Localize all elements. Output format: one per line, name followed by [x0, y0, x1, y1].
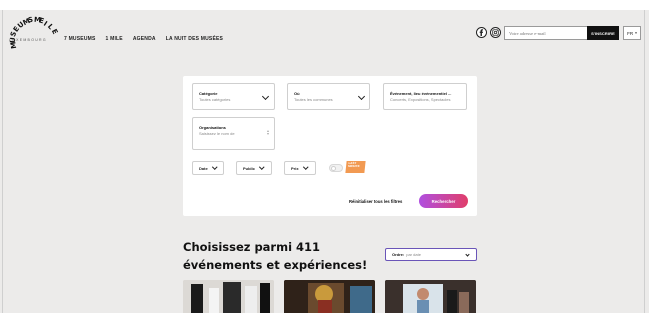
language-select[interactable]: FR ▾ [623, 26, 641, 40]
frame-border-left [2, 10, 3, 313]
category-select[interactable]: Catégorie Toutes catégories [192, 83, 275, 110]
chevron-down-icon [465, 251, 470, 257]
subscribe-button[interactable]: S'INSCRIRE [587, 26, 619, 40]
event-label: Événement, lieu événementiel ... [390, 91, 452, 96]
organisations-label: Organisations [199, 125, 226, 130]
results-headline-line1: Choisissez parmi 411 [183, 240, 321, 254]
location-value: Toutes les communes [294, 97, 333, 102]
caret-down-icon: ▾ [635, 31, 637, 35]
chevron-down-icon [357, 92, 366, 101]
event-card-image[interactable] [385, 280, 476, 313]
chevron-down-icon [261, 92, 270, 101]
chevron-down-icon [302, 164, 308, 170]
order-label: Ordre: [392, 252, 405, 257]
newsletter-email-input[interactable] [504, 26, 588, 40]
event-search-field[interactable]: Événement, lieu événementiel ... Concert… [383, 83, 467, 110]
public-filter-label: Public [243, 165, 256, 171]
frame-border-right [644, 10, 645, 313]
order-select[interactable]: Ordre: par date [385, 248, 477, 261]
sort-arrows-icon: ▴ ▾ [267, 128, 270, 136]
organisations-placeholder: Saisissez le nom de [199, 131, 235, 136]
nav-item-7-museums[interactable]: 7 MUSEUMS [64, 36, 96, 42]
chevron-down-icon [211, 164, 217, 170]
browser-top-strip [0, 0, 649, 10]
event-image-screen-installation [385, 280, 476, 313]
location-label: Où [294, 91, 300, 96]
event-image-painting [284, 280, 375, 313]
last-minute-badge: LAST MINUTE [345, 161, 366, 173]
search-button[interactable]: Rechercher [419, 194, 468, 208]
museumsmeile-logo[interactable]: MUSEUMSMEILE LUXEMBOURG [9, 12, 59, 50]
order-value: par date [406, 252, 421, 257]
last-minute-toggle[interactable] [329, 164, 343, 172]
facebook-icon[interactable] [476, 27, 487, 38]
event-card-image[interactable] [284, 280, 375, 313]
event-image-sculpture [183, 280, 274, 313]
nav-item-1-mile[interactable]: 1 MILE [106, 36, 123, 42]
category-value: Toutes catégories [199, 97, 231, 102]
price-filter[interactable]: Prix [284, 161, 316, 175]
category-label: Catégorie [199, 91, 218, 96]
date-filter-label: Date [199, 165, 208, 171]
results-headline: Choisissez parmi 411 événements et expér… [183, 238, 383, 274]
social-links [476, 27, 501, 38]
event-placeholder: Concerts, Expositions, Spectacles [390, 97, 451, 102]
main-nav: 7 MUSEUMS 1 MILE AGENDA LA NUIT DES MUSÉ… [64, 36, 223, 42]
chevron-down-icon [259, 164, 265, 170]
public-filter[interactable]: Public [236, 161, 272, 175]
nav-item-nuit-des-musees[interactable]: LA NUIT DES MUSÉES [166, 36, 223, 42]
logo-subtitle: LUXEMBOURG [9, 38, 47, 42]
instagram-icon[interactable] [490, 27, 501, 38]
results-headline-line2: événements et expériences! [183, 258, 368, 272]
organisations-field[interactable]: Organisations Saisissez le nom de ▴ ▾ [192, 117, 275, 150]
nav-item-agenda[interactable]: AGENDA [133, 36, 156, 42]
price-filter-label: Prix [291, 165, 299, 171]
language-value: FR [627, 30, 634, 36]
reset-filters-link[interactable]: Réinitialiser tous les filtres [349, 199, 402, 204]
date-filter[interactable]: Date [192, 161, 224, 175]
event-card-image[interactable] [183, 280, 274, 313]
toggle-knob [331, 166, 336, 171]
location-select[interactable]: Où Toutes les communes [287, 83, 370, 110]
